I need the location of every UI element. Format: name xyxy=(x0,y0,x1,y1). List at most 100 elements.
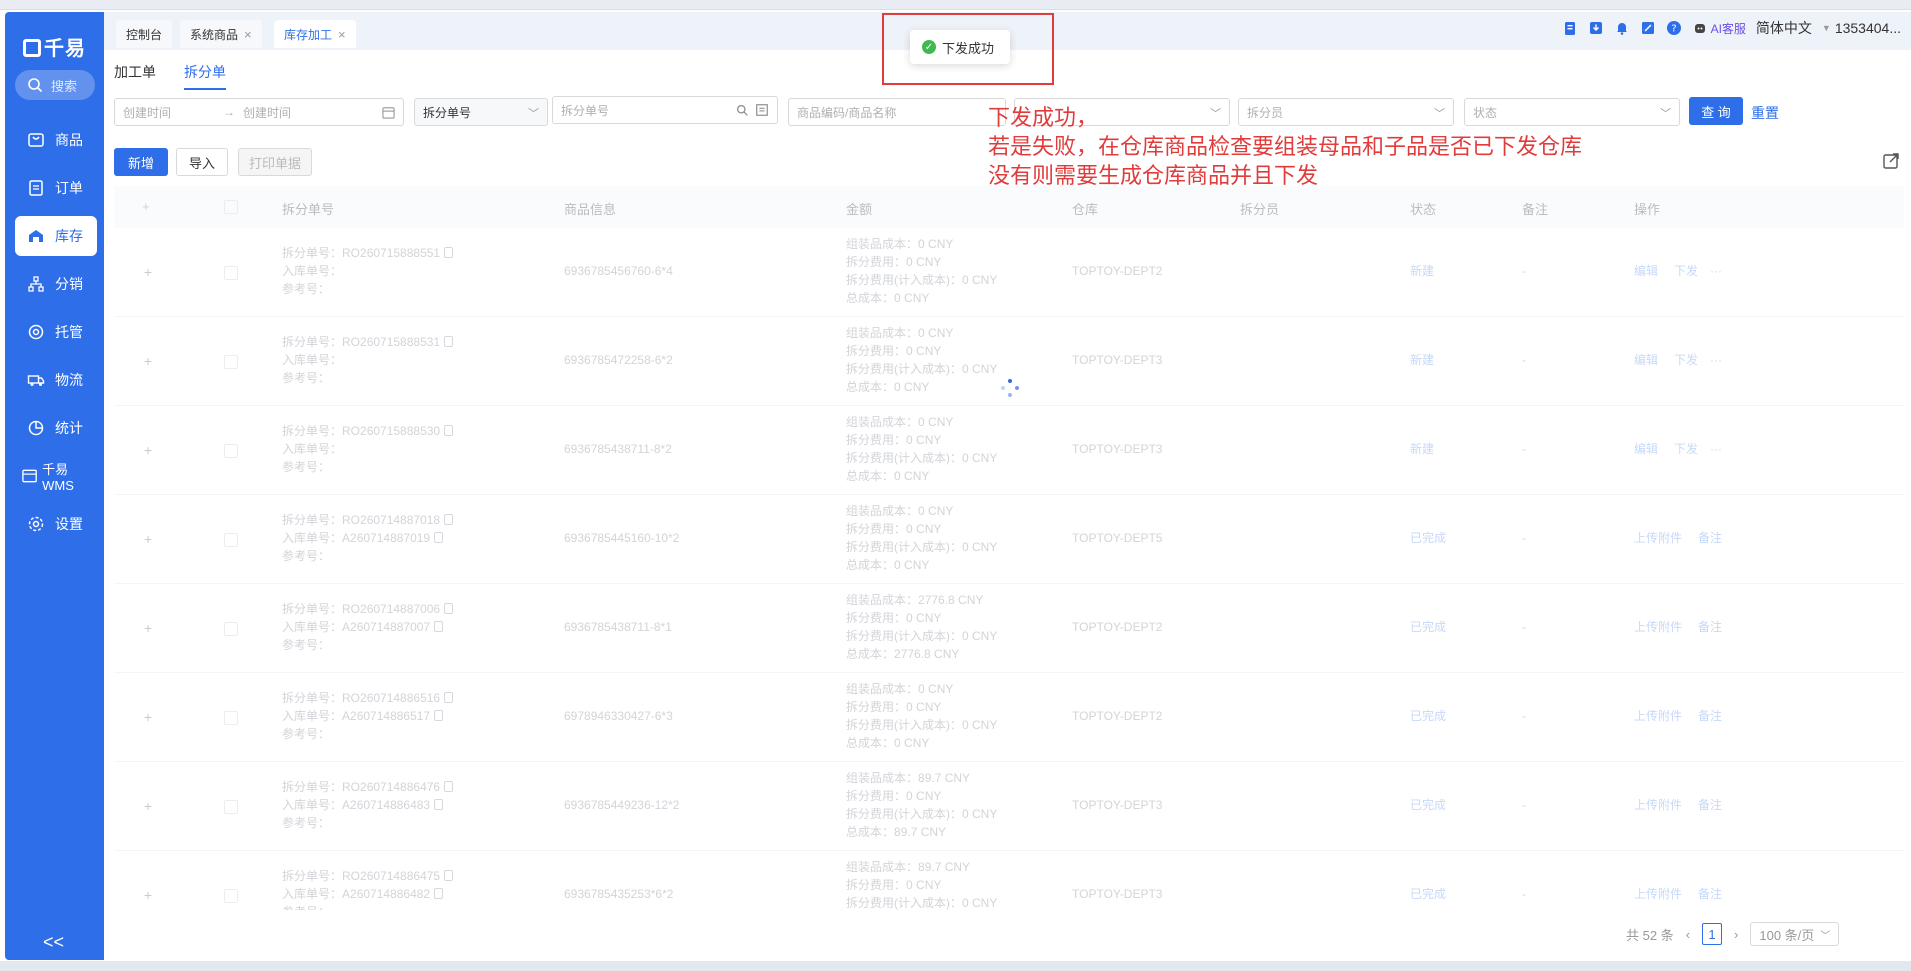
page-size-select[interactable]: 100 条/页 ﹀ xyxy=(1750,922,1840,946)
copy-icon[interactable] xyxy=(434,532,444,543)
split-fee-value: 0 CNY xyxy=(906,878,942,892)
split-no-cell: 拆分单号：RO260714886516 入库单号：A260714886517 参考号… xyxy=(282,689,454,743)
row-action-primary[interactable]: 上传附件 xyxy=(1634,709,1682,723)
row-checkbox[interactable] xyxy=(224,622,238,636)
row-action-secondary[interactable]: 下发 xyxy=(1674,353,1698,367)
subtab-split-order[interactable]: 拆分单 xyxy=(184,62,226,90)
order-no-input[interactable]: 拆分单号 xyxy=(552,96,778,124)
expand-row-icon[interactable]: + xyxy=(144,264,152,280)
row-checkbox[interactable] xyxy=(224,444,238,458)
ai-service-button[interactable]: AI客服 xyxy=(1692,20,1746,37)
sidebar-search[interactable]: 搜索 xyxy=(15,70,95,100)
reset-button[interactable]: 重置 xyxy=(1751,103,1779,123)
download-icon[interactable] xyxy=(1588,20,1604,36)
copy-icon[interactable] xyxy=(444,247,454,258)
expand-row-icon[interactable]: + xyxy=(144,353,152,369)
row-checkbox[interactable] xyxy=(224,266,238,280)
more-actions-icon[interactable]: ··· xyxy=(1710,353,1722,367)
select-all-checkbox[interactable] xyxy=(224,200,238,214)
row-checkbox[interactable] xyxy=(224,355,238,369)
user-menu[interactable]: ▼ 1353404... xyxy=(1822,20,1901,36)
field-label: 拆分单号： xyxy=(282,691,343,705)
row-action-primary[interactable]: 编辑 xyxy=(1634,442,1658,456)
next-page-icon[interactable]: › xyxy=(1734,927,1738,942)
copy-icon[interactable] xyxy=(434,799,444,810)
sidebar-item-hosting[interactable]: 托管 xyxy=(15,312,97,352)
warehouse-cell: TOPTOY-DEPT2 xyxy=(1072,620,1163,634)
annotation-line: 下发成功， xyxy=(988,106,1099,131)
tab-inventory-processing[interactable]: 库存加工 × xyxy=(274,20,356,48)
bell-icon[interactable] xyxy=(1614,20,1630,36)
search-icon[interactable] xyxy=(736,104,749,117)
help-icon[interactable]: ? xyxy=(1666,20,1682,36)
prev-page-icon[interactable]: ‹ xyxy=(1686,927,1690,942)
product-search-input[interactable]: 商品编码/商品名称 xyxy=(788,98,1006,126)
row-action-primary[interactable]: 编辑 xyxy=(1634,264,1658,278)
copy-icon[interactable] xyxy=(444,603,454,614)
expand-row-icon[interactable]: + xyxy=(144,620,152,636)
batch-search-icon[interactable] xyxy=(755,103,769,117)
total-cost-value: 0 CNY xyxy=(894,291,930,305)
export-icon[interactable] xyxy=(1882,152,1900,170)
expand-row-icon[interactable]: + xyxy=(144,709,152,725)
row-checkbox[interactable] xyxy=(224,533,238,547)
table-row: + 拆分单号：RO260715888530 入库单号： 参考号： 69367854387… xyxy=(114,406,1904,495)
sidebar-item-order[interactable]: 订单 xyxy=(15,168,97,208)
query-button[interactable]: 查 询 xyxy=(1689,97,1743,125)
row-action-secondary[interactable]: 下发 xyxy=(1674,442,1698,456)
copy-icon[interactable] xyxy=(444,692,454,703)
new-button[interactable]: 新增 xyxy=(114,148,168,176)
sidebar-item-settings[interactable]: 设置 xyxy=(15,504,97,544)
print-button[interactable]: 打印单据 xyxy=(238,148,312,176)
copy-icon[interactable] xyxy=(444,336,454,347)
sidebar-item-inventory[interactable]: 库存 xyxy=(15,216,97,256)
sidebar-item-distribution[interactable]: 分销 xyxy=(15,264,97,304)
page-number-current[interactable]: 1 xyxy=(1702,923,1723,945)
row-action-primary[interactable]: 上传附件 xyxy=(1634,887,1682,901)
row-checkbox[interactable] xyxy=(224,711,238,725)
tab-console[interactable]: 控制台 xyxy=(116,20,173,48)
order-type-select[interactable]: 拆分单号 ﹀ xyxy=(414,98,548,126)
row-action-secondary[interactable]: 下发 xyxy=(1674,264,1698,278)
collapse-sidebar-button[interactable]: << xyxy=(43,932,64,953)
copy-icon[interactable] xyxy=(444,425,454,436)
row-action-primary[interactable]: 上传附件 xyxy=(1634,620,1682,634)
expand-row-icon[interactable]: + xyxy=(144,887,152,903)
expand-icon[interactable] xyxy=(1640,20,1656,36)
row-action-secondary[interactable]: 备注 xyxy=(1698,531,1722,545)
clipboard-icon[interactable] xyxy=(1562,20,1578,36)
more-actions-icon[interactable]: ··· xyxy=(1710,264,1722,278)
tab-system-goods[interactable]: 系统商品 × xyxy=(180,20,262,48)
more-actions-icon[interactable]: ··· xyxy=(1710,442,1722,456)
copy-icon[interactable] xyxy=(444,870,454,881)
sidebar-item-logistics[interactable]: 物流 xyxy=(15,360,97,400)
copy-icon[interactable] xyxy=(434,888,444,899)
sidebar-item-statistics[interactable]: 统计 xyxy=(15,408,97,448)
copy-icon[interactable] xyxy=(444,514,454,525)
row-action-secondary[interactable]: 备注 xyxy=(1698,709,1722,723)
subtab-processing-order[interactable]: 加工单 xyxy=(114,62,156,90)
import-button[interactable]: 导入 xyxy=(176,148,228,176)
expand-row-icon[interactable]: + xyxy=(144,798,152,814)
row-checkbox[interactable] xyxy=(224,800,238,814)
copy-icon[interactable] xyxy=(444,781,454,792)
row-action-primary[interactable]: 上传附件 xyxy=(1634,798,1682,812)
expand-all-icon[interactable]: + xyxy=(142,199,150,214)
close-icon[interactable]: × xyxy=(338,27,346,42)
row-action-secondary[interactable]: 备注 xyxy=(1698,798,1722,812)
split-no-value: RO260714886475 xyxy=(342,869,441,883)
expand-row-icon[interactable]: + xyxy=(144,442,152,458)
created-time-range[interactable]: 创建时间 → 创建时间 xyxy=(114,98,404,126)
close-icon[interactable]: × xyxy=(244,27,252,42)
row-action-primary[interactable]: 编辑 xyxy=(1634,353,1658,367)
sidebar-item-wms[interactable]: 千易WMS xyxy=(15,456,97,496)
row-action-secondary[interactable]: 备注 xyxy=(1698,887,1722,901)
row-action-secondary[interactable]: 备注 xyxy=(1698,620,1722,634)
expand-row-icon[interactable]: + xyxy=(144,531,152,547)
language-selector[interactable]: 简体中文 xyxy=(1756,18,1812,38)
sidebar-item-product[interactable]: 商品 xyxy=(15,120,97,160)
row-checkbox[interactable] xyxy=(224,889,238,903)
copy-icon[interactable] xyxy=(434,710,444,721)
row-action-primary[interactable]: 上传附件 xyxy=(1634,531,1682,545)
copy-icon[interactable] xyxy=(434,621,444,632)
